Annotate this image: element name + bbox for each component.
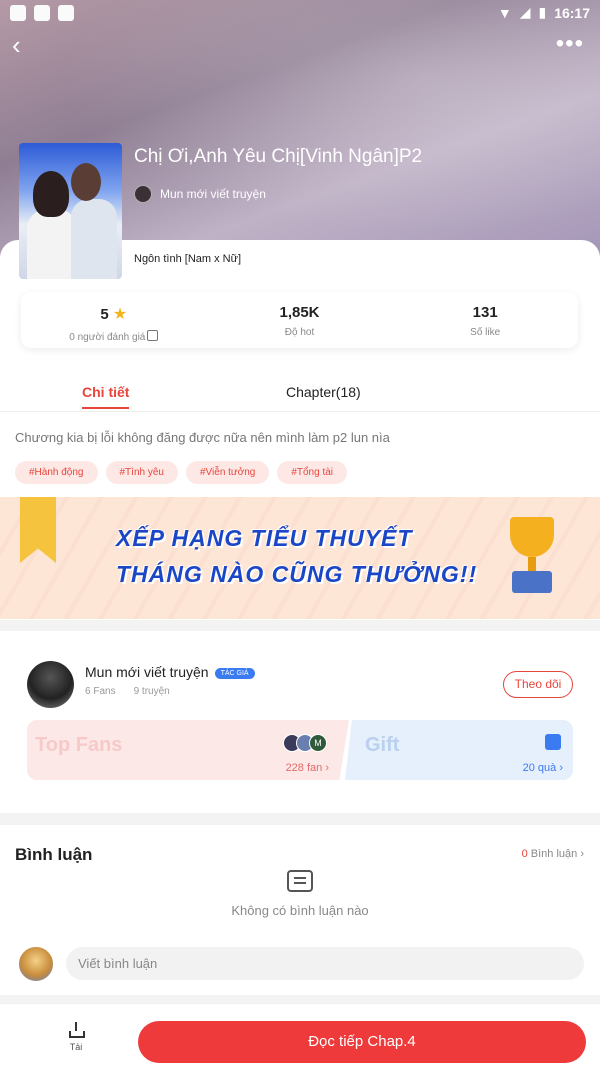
comments-count-link[interactable]: 0 Bình luận › xyxy=(522,848,584,860)
tab-detail[interactable]: Chi tiết xyxy=(82,384,130,409)
signal-icon: ◢ xyxy=(519,4,531,20)
stat-hot-value: 1,85K xyxy=(279,304,320,321)
book-description: Chương kia bị lỗi không đăng được nữa nê… xyxy=(15,430,390,445)
author-mini-avatar xyxy=(134,185,152,203)
trophy-icon xyxy=(500,517,564,597)
top-fans-title: Top Fans xyxy=(35,734,123,756)
top-bar: ‹ ••• xyxy=(0,30,600,60)
tab-bar: Chi tiết Chapter(18) xyxy=(0,372,600,412)
bottom-bar: Tải Đọc tiếp Chap.4 xyxy=(0,1003,600,1067)
tag-item[interactable]: #Hành động xyxy=(15,461,98,484)
gift-title: Gift xyxy=(365,734,400,756)
back-arrow-icon[interactable]: ‹ xyxy=(12,32,42,62)
author-meta: 6 Fans 9 truyện xyxy=(85,686,170,697)
download-icon xyxy=(68,1022,85,1038)
gift-count: 20 quà › xyxy=(522,762,563,774)
banner-line2: THÁNG NÀO CŨNG THƯỞNG!! xyxy=(116,561,478,587)
book-author-line[interactable]: Mun mới viết truyện xyxy=(134,185,266,203)
author-name-row[interactable]: Mun mới viết truyện TÁC GIẢ xyxy=(85,664,255,680)
comments-title: Bình luận xyxy=(15,845,93,864)
star-icon: ★ xyxy=(112,306,128,323)
tab-chapter[interactable]: Chapter(18) xyxy=(286,384,361,400)
stat-rating-label: 0 người đánh giá xyxy=(69,332,146,343)
book-author: Mun mới viết truyện xyxy=(160,187,266,201)
author-stories: 9 truyện xyxy=(133,686,170,697)
comment-input[interactable] xyxy=(66,947,584,980)
gift-icon xyxy=(545,734,561,750)
stat-rating-value: 5 xyxy=(100,306,109,323)
tag-item[interactable]: #Tổng tài xyxy=(277,461,348,484)
stat-hot-label: Độ hot xyxy=(284,327,315,338)
fan-avatars: M xyxy=(283,734,327,752)
top-fans-count: 228 fan › xyxy=(285,762,329,774)
status-bar: ▼ ◢ ▮ 16:17 xyxy=(0,0,600,26)
ribbon-decoration xyxy=(20,497,56,563)
stat-likes-label: Số like xyxy=(470,327,501,338)
download-label: Tải xyxy=(69,1042,83,1052)
top-fans-panel[interactable]: Top Fans M 228 fan › xyxy=(27,720,349,780)
tag-item[interactable]: #Viễn tưởng xyxy=(185,461,270,484)
tag-item[interactable]: #Tình yêu xyxy=(105,461,178,484)
chat-empty-icon xyxy=(287,870,313,892)
stats-card: 5 ★ 0 người đánh giá 1,85K Độ hot 131 Số… xyxy=(21,292,578,348)
banner-line1: XẾP HẠNG TIỂU THUYẾT xyxy=(116,525,413,551)
author-fans: 6 Fans xyxy=(85,686,116,697)
notification-icon xyxy=(58,5,74,21)
download-button[interactable]: Tải xyxy=(54,1022,98,1052)
book-title: Chị Ơi,Anh Yêu Chị[Vinh Ngân]P2 xyxy=(134,146,423,167)
book-genre: Ngôn tình [Nam x Nữ] xyxy=(134,253,242,265)
continue-reading-button[interactable]: Đọc tiếp Chap.4 xyxy=(138,1021,586,1063)
book-cover[interactable] xyxy=(19,143,122,279)
follow-button[interactable]: Theo dõi xyxy=(503,671,573,698)
author-badge: TÁC GIẢ xyxy=(214,668,255,679)
status-time: 16:17 xyxy=(554,4,590,21)
wifi-icon: ▼ xyxy=(497,4,512,21)
stat-rating[interactable]: 5 ★ 0 người đánh giá xyxy=(21,292,207,348)
edit-icon[interactable] xyxy=(147,330,159,341)
stat-likes: 131 Số like xyxy=(392,292,578,348)
author-card: Mun mới viết truyện TÁC GIẢ 6 Fans 9 truyệ… xyxy=(27,644,573,789)
notification-icon xyxy=(10,5,26,21)
battery-icon: ▮ xyxy=(538,4,547,20)
notification-icon xyxy=(34,5,50,21)
stat-hot: 1,85K Độ hot xyxy=(207,292,393,348)
user-avatar xyxy=(17,945,55,983)
author-avatar[interactable] xyxy=(27,661,74,708)
author-name: Mun mới viết truyện xyxy=(85,664,209,680)
more-dots-icon[interactable]: ••• xyxy=(556,30,584,58)
stat-likes-value: 131 xyxy=(472,304,498,321)
gift-panel[interactable]: Gift 20 quà › xyxy=(345,720,573,780)
comments-empty-text: Không có bình luận nào xyxy=(231,903,369,918)
ranking-banner[interactable]: XẾP HẠNG TIỂU THUYẾT THÁNG NÀO CŨNG THƯỞ… xyxy=(0,497,600,619)
tag-list: #Hành động #Tình yêu #Viễn tưởng #Tổng t… xyxy=(15,461,348,484)
